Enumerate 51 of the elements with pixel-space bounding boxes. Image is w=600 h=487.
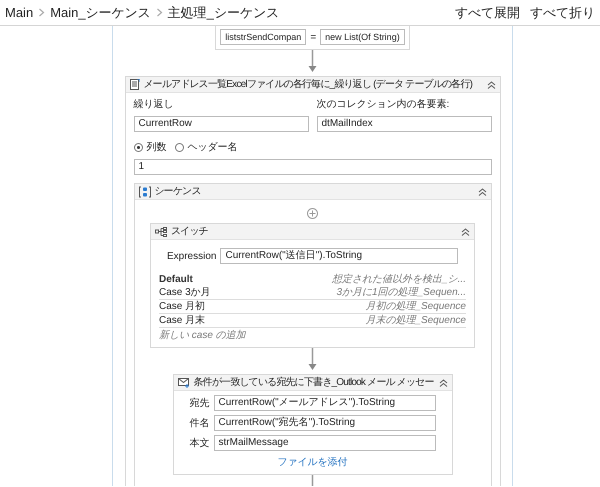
field-label: 件名 xyxy=(188,416,210,430)
breadcrumb-link[interactable]: Main xyxy=(0,2,38,22)
chevron-right-icon xyxy=(156,8,163,17)
connector-arrow xyxy=(308,50,317,72)
radio-button[interactable] xyxy=(174,143,184,152)
expression-field[interactable]: CurrentRow("送信日").ToString xyxy=(220,248,458,264)
add-icon[interactable] xyxy=(307,208,318,219)
case-body[interactable]: 月末の処理_Sequence xyxy=(365,313,466,328)
column-field[interactable]: 1 xyxy=(134,159,492,175)
field-label: 宛先 xyxy=(188,396,210,410)
radio-option[interactable]: ヘッダー名 xyxy=(174,140,238,155)
switch-icon xyxy=(155,226,167,236)
radio-option[interactable]: 列数 xyxy=(134,140,166,155)
input-field[interactable]: strMailMessage xyxy=(214,435,436,451)
toolbar-button[interactable]: すべて展開 xyxy=(450,2,525,22)
radio-button[interactable] xyxy=(134,143,142,152)
case-body[interactable]: 想定された値以外を検出_シ... xyxy=(332,272,466,286)
breadcrumb-link[interactable]: 主処理_シーケンス xyxy=(162,2,284,22)
activity-title: スイッチ xyxy=(171,225,209,239)
envelope-icon xyxy=(178,378,190,388)
attach-file-link[interactable]: ファイルを添付 xyxy=(278,455,348,470)
field-label: 繰り返し xyxy=(134,98,174,112)
case-body[interactable]: 月初の処理_Sequence xyxy=(365,299,466,314)
connector-arrow xyxy=(308,348,317,370)
collapse-icon[interactable] xyxy=(461,228,470,236)
chevron-right-icon xyxy=(38,8,46,17)
assign-operator: = xyxy=(310,30,316,44)
case-label: Case 月末 xyxy=(159,314,206,328)
case-label: Default xyxy=(159,272,193,286)
collapse-icon[interactable] xyxy=(438,378,448,386)
collapse-icon[interactable] xyxy=(486,80,496,88)
sequence-icon xyxy=(138,186,150,198)
breadcrumb-link[interactable]: Main_シーケンス xyxy=(45,2,156,22)
input-field[interactable]: CurrentRow xyxy=(134,116,308,132)
case-body[interactable]: 3か月に1回の処理_Sequen... xyxy=(336,285,466,300)
toolbar-button[interactable]: すべて折り xyxy=(525,2,600,22)
assign-value-field[interactable]: new List(Of String) xyxy=(320,29,405,45)
field-label: 次のコレクション内の各要素: xyxy=(316,98,450,112)
add-case-link[interactable]: 新しい case の追加 xyxy=(159,328,246,343)
field-label: 本文 xyxy=(188,436,210,450)
input-field[interactable]: CurrentRow("宛先名").ToString xyxy=(214,415,436,431)
field-label: Expression xyxy=(167,250,216,264)
collapse-icon[interactable] xyxy=(478,188,486,196)
assign-target-field[interactable]: liststrSendCompan xyxy=(220,29,306,45)
activity-title: シーケンス xyxy=(154,185,202,199)
input-field[interactable]: CurrentRow("メールアドレス").ToString xyxy=(214,395,436,411)
case-label: Case 月初 xyxy=(159,300,206,314)
input-field[interactable]: dtMailIndex xyxy=(316,116,492,132)
activity-title: メールアドレス一覧Excelファイルの各行毎に_繰り返し (データ テーブルの各行) xyxy=(144,78,474,92)
case-label: Case 3か月 xyxy=(159,286,211,300)
activity-title: 条件が一致している宛先に下書き_Outlook メール メッセー xyxy=(194,376,434,390)
